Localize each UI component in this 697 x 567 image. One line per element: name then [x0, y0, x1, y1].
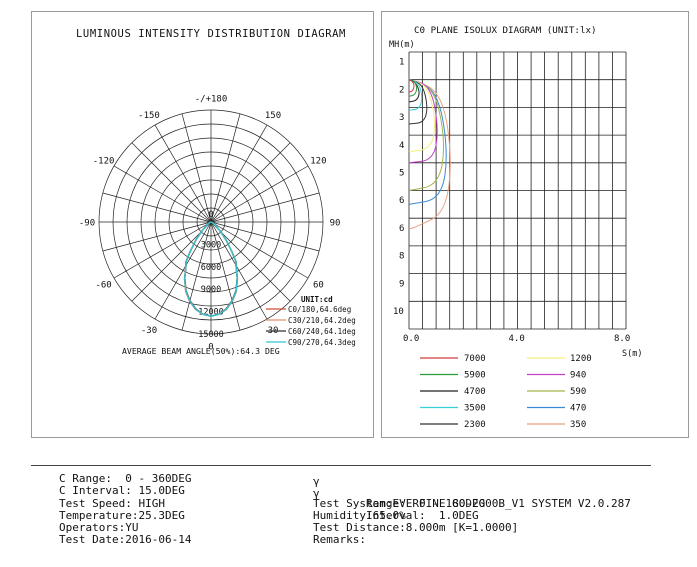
polar-angle-label: -90	[79, 219, 95, 229]
polar-grid-spoke	[113, 221, 212, 279]
isolux-contour	[408, 79, 451, 230]
isolux-y-tick-label: 1	[399, 58, 404, 68]
gamma-range: Range: 0 - 180DEG	[352, 496, 486, 510]
polar-grid-spoke	[210, 142, 291, 223]
isolux-x-axis-label: S(m)	[622, 349, 642, 359]
isolux-contour	[408, 79, 447, 205]
gamma-interval-row: γ Interval: 1.0DEG	[313, 485, 631, 521]
info-right-column: γ Range: 0 - 180DEG γ Interval: 1.0DEG T…	[313, 473, 631, 547]
polar-legend-label: C60/240,64.1deg	[288, 327, 356, 336]
polar-legend-label: C0/180,64.6deg	[288, 305, 351, 314]
isolux-legend-label: 5900	[464, 371, 486, 381]
polar-grid-spoke	[102, 221, 212, 252]
polar-grid-spoke	[210, 113, 241, 223]
polar-chart-title: LUMINOUS INTENSITY DISTRIBUTION DIAGRAM	[76, 28, 346, 40]
polar-radial-label: 9000	[201, 285, 221, 295]
polar-grid-spoke	[210, 221, 320, 252]
isolux-y-tick-label: 10	[393, 307, 404, 317]
polar-angle-label: -150	[138, 111, 160, 121]
isolux-y-tick-label: 2	[399, 85, 404, 95]
isolux-y-tick-label: 6	[399, 196, 404, 206]
polar-unit-label: UNIT:cd	[301, 295, 333, 304]
polar-legend-label: C30/210,64.2deg	[288, 316, 356, 325]
c-interval: C Interval: 15.0DEG	[59, 484, 185, 498]
intensity-diagram-panel: LUMINOUS INTENSITY DISTRIBUTION DIAGRAM …	[31, 11, 374, 438]
isolux-legend-label: 1200	[570, 354, 592, 364]
polar-angle-label: -60	[95, 281, 111, 291]
isolux-legend-label: 470	[570, 404, 586, 414]
polar-radial-label: 0	[208, 210, 213, 220]
polar-grid-spoke	[210, 221, 309, 279]
isolux-legend-label: 2300	[464, 420, 486, 430]
polar-angle-label: 90	[330, 219, 341, 229]
isolux-y-tick-label: 8	[399, 252, 404, 262]
isolux-legend-label: 940	[570, 371, 586, 381]
isolux-legend-label: 4700	[464, 387, 486, 397]
polar-angle-label: -30	[141, 326, 157, 336]
beam-angle-text: AVERAGE BEAM ANGLE(50%):64.3 DEG	[122, 346, 280, 356]
isolux-y-tick-label: 5	[399, 169, 404, 179]
isolux-legend-label: 590	[570, 387, 586, 397]
isolux-legend-label: 7000	[464, 354, 486, 364]
isolux-y-tick-label: 4	[399, 141, 404, 151]
remarks: Remarks:	[313, 533, 366, 547]
polar-grid-spoke	[113, 165, 212, 223]
polar-grid-spoke	[102, 192, 212, 223]
polar-grid-spoke	[210, 124, 268, 223]
gamma-range-row: γ Range: 0 - 180DEG	[313, 473, 631, 509]
polar-radial-label: 15000	[198, 330, 224, 340]
isolux-x-tick-label: 4.0	[509, 334, 525, 344]
polar-radial-label: 6000	[201, 263, 221, 273]
polar-grid-spoke	[210, 165, 309, 223]
polar-grid-spoke	[210, 192, 320, 223]
isolux-y-tick-label: 6	[399, 224, 404, 234]
gamma-symbol: γ	[313, 487, 320, 501]
test-info-block: C Range: 0 - 360DEG C Interval: 15.0DEG …	[31, 465, 651, 561]
isolux-x-tick-label: 8.0	[614, 334, 630, 344]
polar-angle-label: -120	[93, 157, 115, 167]
polar-radial-label: 3000	[201, 240, 221, 250]
polar-legend-label: C90/270,64.3deg	[288, 338, 356, 347]
isolux-y-tick-label: 9	[399, 279, 404, 289]
isolux-y-tick-label: 3	[399, 113, 404, 123]
test-date: Test Date:2016-06-14	[59, 533, 192, 547]
isolux-chart: C0 PLANE ISOLUX DIAGRAM (UNIT:lx) MH(m) …	[389, 25, 642, 430]
isolux-x-tick-label: 0.0	[403, 334, 419, 344]
polar-angle-label: -/+180	[195, 95, 228, 105]
polar-chart: LUMINOUS INTENSITY DISTRIBUTION DIAGRAM …	[76, 28, 356, 356]
isolux-chart-title: C0 PLANE ISOLUX DIAGRAM (UNIT:lx)	[414, 25, 597, 36]
polar-angle-label: 120	[310, 157, 326, 167]
info-left-column: C Range: 0 - 360DEG C Interval: 15.0DEG …	[59, 472, 192, 547]
isolux-legend-label: 350	[570, 420, 586, 430]
gamma-interval: Interval: 1.0DEG	[352, 508, 479, 522]
polar-angle-label: 60	[313, 281, 324, 291]
isolux-diagram-panel: C0 PLANE ISOLUX DIAGRAM (UNIT:lx) MH(m) …	[381, 11, 689, 438]
isolux-y-axis-label: MH(m)	[389, 40, 415, 50]
polar-angle-label: 150	[265, 111, 281, 121]
polar-grid-spoke	[181, 113, 212, 223]
isolux-legend-label: 3500	[464, 404, 486, 414]
polar-grid-spoke	[131, 142, 212, 223]
polar-grid-spoke	[154, 124, 212, 223]
